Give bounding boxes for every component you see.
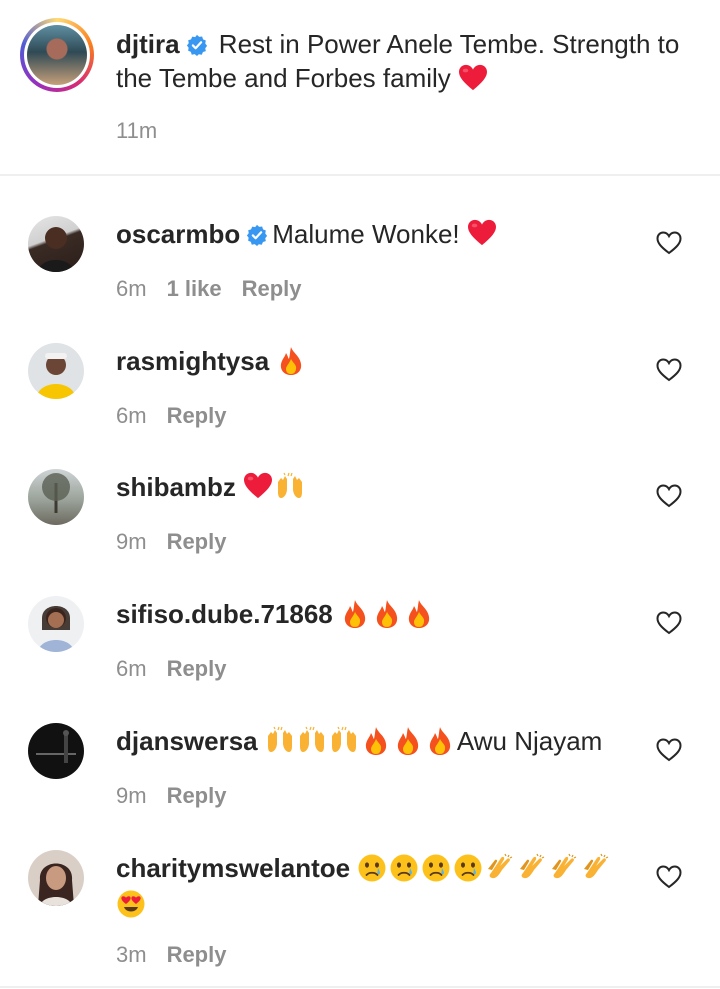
- red-heart-emoji: [243, 472, 273, 502]
- comment-text: shibambz: [116, 469, 636, 505]
- comment-avatar[interactable]: [28, 469, 84, 525]
- clapping-hands-emoji: [549, 853, 579, 883]
- post-caption-text: djtira Rest in Power Anele Tembe. Streng…: [116, 27, 696, 95]
- comment-username[interactable]: djanswersa: [116, 726, 258, 756]
- raised-hands-emoji: [265, 726, 295, 756]
- raised-hands-emoji: [329, 726, 359, 756]
- comment-body: Awu Njayam: [456, 726, 603, 756]
- comment-meta: 9m Reply: [116, 529, 226, 555]
- heart-eyes-emoji: [116, 889, 146, 919]
- reply-button[interactable]: Reply: [167, 403, 227, 428]
- crying-face-emoji: [357, 853, 387, 883]
- clapping-hands-emoji: [517, 853, 547, 883]
- comment-username[interactable]: oscarmbo: [116, 219, 240, 249]
- caption-divider: [0, 174, 720, 176]
- comment-text: rasmightysa: [116, 343, 636, 379]
- crying-face-emoji: [389, 853, 419, 883]
- reply-button[interactable]: Reply: [167, 656, 227, 681]
- comment-timestamp: 3m: [116, 942, 147, 967]
- comment-username[interactable]: sifiso.dube.71868: [116, 599, 333, 629]
- comment-timestamp: 6m: [116, 276, 147, 301]
- fire-emoji: [276, 346, 306, 376]
- comment-meta: 6m 1 like Reply: [116, 276, 302, 302]
- comment-avatar[interactable]: [28, 850, 84, 906]
- fire-emoji: [404, 599, 434, 629]
- red-heart-emoji: [467, 219, 497, 249]
- comment-meta: 9m Reply: [116, 783, 226, 809]
- crying-face-emoji: [453, 853, 483, 883]
- comment-avatar[interactable]: [28, 596, 84, 652]
- comment-avatar[interactable]: [28, 343, 84, 399]
- comment-text: djanswersa Awu Njayam: [116, 723, 636, 759]
- verified-badge-icon: [246, 224, 268, 246]
- heart-outline-icon[interactable]: [656, 231, 682, 255]
- comment-like-count[interactable]: 1 like: [167, 276, 222, 301]
- comment-text: charitymswelantoe: [116, 850, 636, 922]
- fire-emoji: [361, 726, 391, 756]
- clapping-hands-emoji: [485, 853, 515, 883]
- heart-outline-icon[interactable]: [656, 738, 682, 762]
- post-author-avatar[interactable]: [20, 18, 94, 92]
- fire-emoji: [425, 726, 455, 756]
- heart-outline-icon[interactable]: [656, 484, 682, 508]
- reply-button[interactable]: Reply: [167, 942, 227, 967]
- fire-emoji: [340, 599, 370, 629]
- fire-emoji: [372, 599, 402, 629]
- post-caption: djtira Rest in Power Anele Tembe. Streng…: [0, 0, 720, 176]
- comment-text: sifiso.dube.71868: [116, 596, 636, 632]
- clapping-hands-emoji: [581, 853, 611, 883]
- heart-outline-icon[interactable]: [656, 611, 682, 635]
- comment-timestamp: 9m: [116, 783, 147, 808]
- comment-username[interactable]: rasmightysa: [116, 346, 269, 376]
- crying-face-emoji: [421, 853, 451, 883]
- comment-timestamp: 9m: [116, 529, 147, 554]
- comment-avatar[interactable]: [28, 216, 84, 272]
- comment-timestamp: 6m: [116, 656, 147, 681]
- comment-username[interactable]: charitymswelantoe: [116, 853, 350, 883]
- comment-avatar[interactable]: [28, 723, 84, 779]
- heart-outline-icon[interactable]: [656, 865, 682, 889]
- post-author-username[interactable]: djtira: [116, 29, 180, 59]
- comment-meta: 6m Reply: [116, 403, 226, 429]
- red-heart-emoji: [458, 64, 488, 92]
- post-timestamp: 11m: [116, 118, 158, 143]
- comment-username[interactable]: shibambz: [116, 472, 236, 502]
- heart-outline-icon[interactable]: [656, 358, 682, 382]
- comment-timestamp: 6m: [116, 403, 147, 428]
- comment-body: Malume Wonke!: [272, 219, 467, 249]
- comment-meta: 3m Reply: [116, 942, 226, 968]
- reply-button[interactable]: Reply: [167, 783, 227, 808]
- verified-badge-icon: [186, 34, 208, 56]
- raised-hands-emoji: [275, 472, 305, 502]
- fire-emoji: [393, 726, 423, 756]
- raised-hands-emoji: [297, 726, 327, 756]
- comment-meta: 6m Reply: [116, 656, 226, 682]
- comment-text: oscarmbo Malume Wonke!: [116, 216, 636, 252]
- list-bottom-divider: [0, 986, 720, 988]
- reply-button[interactable]: Reply: [242, 276, 302, 301]
- reply-button[interactable]: Reply: [167, 529, 227, 554]
